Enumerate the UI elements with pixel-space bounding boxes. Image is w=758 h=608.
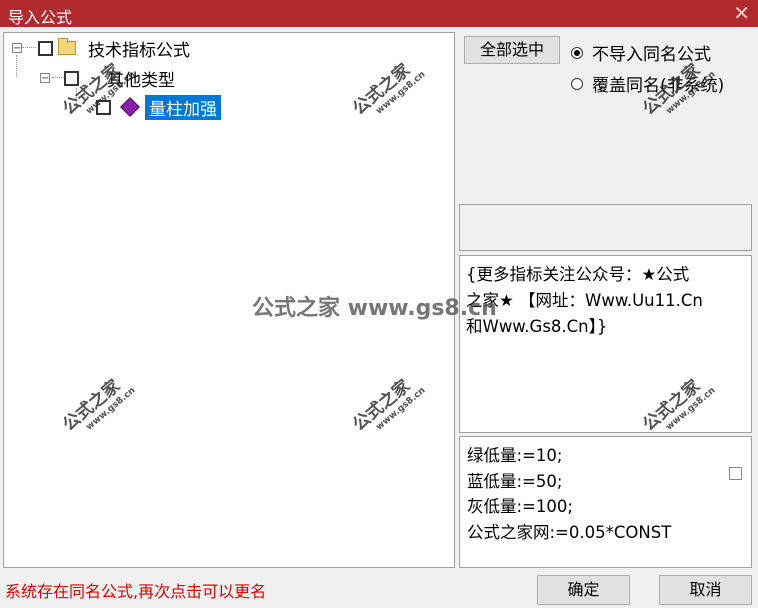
name-field[interactable] (459, 204, 752, 251)
close-icon[interactable]: ✕ (733, 1, 750, 25)
code-line: 灰低量:=100; (467, 497, 573, 516)
collapse-icon[interactable]: − (12, 43, 22, 54)
info-line: 之家★ 【网址：Www.Uu11.Cn (466, 291, 703, 310)
formula-code: 绿低量:=10; 蓝低量:=50; 灰低量:=100; 公式之家网:=0.05*… (467, 443, 671, 545)
status-message: 系统存在同名公式,再次点击可以更名 (5, 582, 267, 601)
code-checkbox[interactable] (729, 467, 742, 480)
root-checkbox[interactable] (38, 40, 53, 56)
code-line: 绿低量:=10; (467, 446, 563, 465)
code-line: 蓝低量:=50; (467, 471, 563, 491)
tree-item-label[interactable]: 量柱加强 (145, 94, 221, 120)
code-line: 公式之家网:=0.05*CONST (467, 522, 672, 542)
tree-item-node[interactable]: 量柱加强 (96, 94, 221, 120)
tree-root-label: 技术指标公式 (88, 40, 190, 61)
window-title: 导入公式 (8, 8, 73, 27)
collapse-icon[interactable]: − (40, 73, 50, 84)
ok-button[interactable]: 确定 (537, 575, 630, 605)
formula-gem-icon (120, 97, 140, 117)
info-text: {更多指标关注公众号：★公式 之家★ 【网址：Www.Uu11.Cn 和Www.… (466, 262, 738, 340)
title-bar: 导入公式 ✕ (0, 0, 758, 27)
cancel-button[interactable]: 取消 (659, 575, 752, 605)
info-line: 和Www.Gs8.Cn】} (466, 317, 608, 336)
tree-root-node[interactable]: − 技术指标公式 (12, 37, 190, 61)
radio-dot-icon[interactable] (571, 77, 583, 90)
center-watermark: 公式之家 www.gs8.cn (252, 296, 497, 321)
radio-dot-icon[interactable] (571, 46, 583, 59)
info-line: {更多指标关注公众号：★公式 (466, 265, 690, 284)
folder-icon (58, 38, 76, 55)
select-all-button[interactable]: 全部选中 (464, 36, 560, 64)
